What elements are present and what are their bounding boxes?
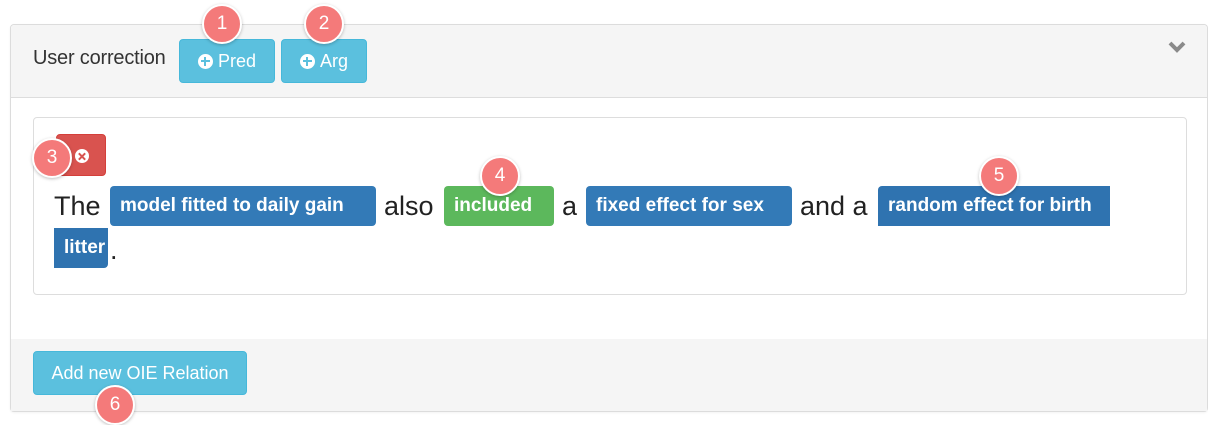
sentence-word: a xyxy=(562,191,578,221)
argument-tag[interactable]: fixed effect for sex xyxy=(586,186,792,226)
remove-circle-icon xyxy=(75,149,89,163)
relation-panel: User correction Pred Arg The model fitte… xyxy=(10,24,1208,412)
plus-circle-icon xyxy=(299,53,315,69)
annotation-badge-2: 2 xyxy=(304,4,344,44)
argument-tag[interactable]: model fitted to daily gain xyxy=(110,186,376,226)
panel-title: User correction xyxy=(33,47,166,69)
relation-sentence-box: The model fitted to daily gain also incl… xyxy=(33,117,1187,295)
sentence-word: and a xyxy=(800,191,868,221)
sentence-word: The xyxy=(54,191,101,221)
plus-circle-icon xyxy=(197,53,213,69)
chevron-down-icon[interactable] xyxy=(1167,39,1187,55)
annotation-badge-5: 5 xyxy=(979,156,1019,196)
annotation-badge-3: 3 xyxy=(32,138,72,178)
add-pred-button[interactable]: Pred xyxy=(179,39,275,83)
sentence-word: also xyxy=(384,191,434,221)
add-arg-button[interactable]: Arg xyxy=(281,39,367,83)
annotation-badge-4: 4 xyxy=(480,156,520,196)
add-pred-label: Pred xyxy=(217,50,257,71)
argument-tag-continuation[interactable]: litter xyxy=(54,228,108,268)
sentence-period: . xyxy=(110,235,118,265)
annotation-badge-6: 6 xyxy=(95,385,135,425)
add-arg-label: Arg xyxy=(319,50,348,71)
add-oie-relation-button[interactable]: Add new OIE Relation xyxy=(33,351,247,395)
annotation-badge-1: 1 xyxy=(202,4,242,44)
panel-footer: Add new OIE Relation xyxy=(11,339,1207,411)
panel-heading: User correction Pred Arg xyxy=(11,25,1207,98)
